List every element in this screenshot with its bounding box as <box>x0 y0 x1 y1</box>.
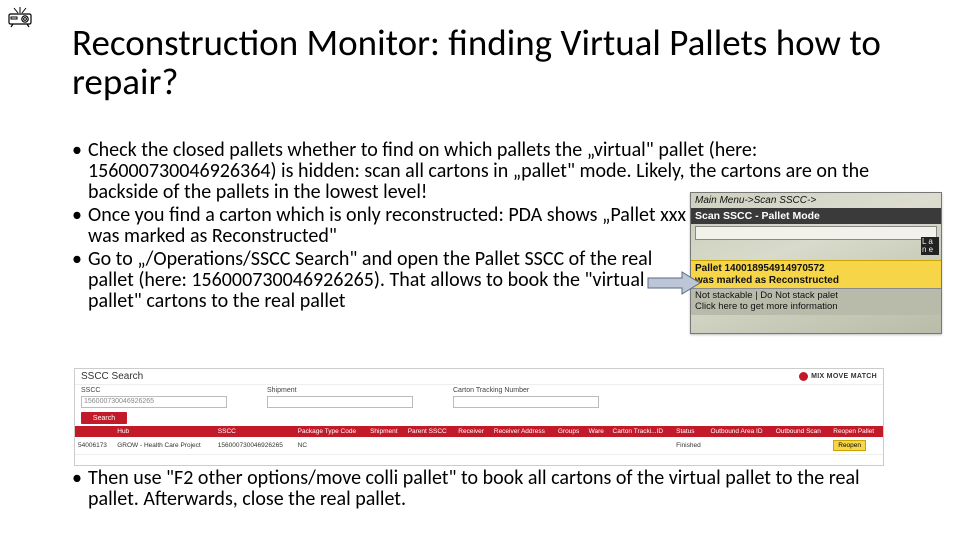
bullet-4: Then use "F2 other options/move colli pa… <box>72 468 908 510</box>
slide-title: Reconstruction Monitor: finding Virtual … <box>72 24 920 102</box>
pda-screenshot: Main Menu->Scan SSCC-> Scan SSCC - Palle… <box>690 192 942 334</box>
arrow-icon <box>646 268 702 298</box>
pda-side-label: L a n e <box>921 237 939 255</box>
bullet-2: Once you find a carton which is only rec… <box>72 205 688 247</box>
table-row: 54006173 GROW - Health Care Project 1560… <box>75 437 883 455</box>
reopen-button: Reopen <box>833 440 866 451</box>
pda-warning: Pallet 140018954914970572 was marked as … <box>691 260 941 288</box>
sscc-table: Hub SSCC Package Type Code Shipment Pare… <box>75 426 883 455</box>
label-ctn: Carton Tracking Number <box>453 387 599 394</box>
pda-warning-line2: was marked as Reconstructed <box>695 275 937 287</box>
sscc-title: SSCC Search <box>81 371 143 382</box>
field-ctn <box>453 396 599 408</box>
label-sscc: SSCC <box>81 387 227 394</box>
search-button: Search <box>81 412 127 424</box>
pda-input <box>695 226 937 240</box>
pda-warning-line1: Pallet 140018954914970572 <box>695 263 937 275</box>
bullet-3: Go to „/Operations/SSCC Search" and open… <box>72 249 688 312</box>
pda-info-line2: Click here to get more information <box>695 302 937 313</box>
field-shipment <box>267 396 413 408</box>
projector-icon <box>8 6 32 28</box>
sscc-screenshot: SSCC Search MIX MOVE MATCH SSCC 15600073… <box>74 368 884 466</box>
pda-info: Not stackable | Do Not stack palet Click… <box>691 288 941 315</box>
pda-breadcrumb: Main Menu->Scan SSCC-> <box>691 193 941 208</box>
sscc-logo: MIX MOVE MATCH <box>799 372 877 381</box>
field-sscc: 156000730046926265 <box>81 396 227 408</box>
pda-header: Scan SSCC - Pallet Mode <box>691 208 941 224</box>
label-shipment: Shipment <box>267 387 413 394</box>
